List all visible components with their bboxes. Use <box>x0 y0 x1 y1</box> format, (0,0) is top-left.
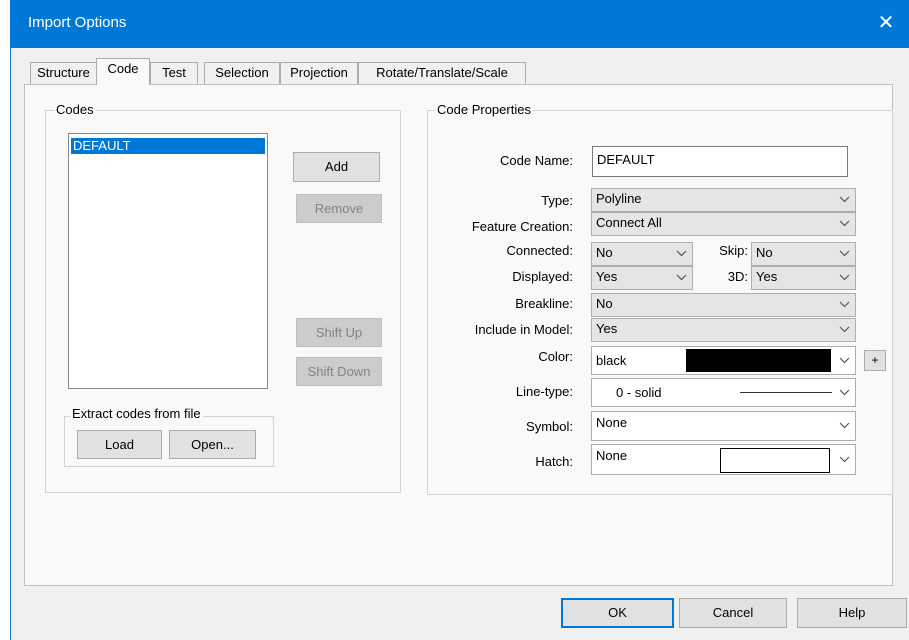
chevron-down-icon <box>838 213 852 235</box>
type-value: Polyline <box>596 191 642 206</box>
symbol-dropdown[interactable]: None <box>591 411 856 441</box>
connected-label: Connected: <box>506 243 574 258</box>
feature-creation-value: Connect All <box>596 215 662 230</box>
shift-down-button[interactable]: Shift Down <box>296 357 382 386</box>
type-label: Type: <box>541 193 573 208</box>
ok-button[interactable]: OK <box>561 598 674 628</box>
skip-label: Skip: <box>719 243 748 258</box>
tab-code[interactable]: Code <box>96 58 150 85</box>
color-label: Color: <box>538 349 573 364</box>
breakline-value: No <box>596 296 613 311</box>
include-in-model-value: Yes <box>596 321 618 336</box>
add-color-button[interactable]: + <box>864 350 886 371</box>
tab-selection[interactable]: Selection <box>204 62 280 84</box>
chevron-down-icon <box>838 319 852 341</box>
chevron-down-icon <box>838 267 852 289</box>
load-button[interactable]: Load <box>77 430 162 459</box>
line-type-value: 0 - solid <box>616 385 662 400</box>
displayed-label: Displayed: <box>512 269 573 284</box>
connected-dropdown[interactable]: No <box>591 242 693 266</box>
cancel-button[interactable]: Cancel <box>679 598 787 628</box>
feature-creation-dropdown[interactable]: Connect All <box>591 212 856 236</box>
chevron-down-icon <box>838 445 852 474</box>
displayed-value: Yes <box>596 269 618 284</box>
code-name-label: Code Name: <box>500 153 573 168</box>
close-button[interactable]: ✕ <box>869 8 903 38</box>
line-type-label: Line-type: <box>515 384 573 399</box>
displayed-dropdown[interactable]: Yes <box>591 266 693 290</box>
tab-test[interactable]: Test <box>150 62 198 84</box>
dialog-title: Import Options <box>28 14 127 31</box>
line-preview <box>740 392 832 393</box>
chevron-down-icon <box>838 412 852 440</box>
3d-value: Yes <box>756 269 778 284</box>
type-dropdown[interactable]: Polyline <box>591 188 856 212</box>
3d-dropdown[interactable]: Yes <box>751 266 856 290</box>
tab-rotate-translate-scale[interactable]: Rotate/Translate/Scale <box>358 62 526 84</box>
open-button[interactable]: Open... <box>169 430 256 459</box>
title-bar: Import Options ✕ <box>10 0 909 48</box>
close-icon: ✕ <box>877 12 895 34</box>
tab-projection[interactable]: Projection <box>280 62 358 84</box>
symbol-label: Symbol: <box>526 419 573 434</box>
3d-label: 3D: <box>727 269 748 284</box>
list-item[interactable]: DEFAULT <box>71 138 265 154</box>
extract-codes-label: Extract codes from file <box>70 406 203 421</box>
tab-structure[interactable]: Structure <box>30 62 97 84</box>
color-swatch <box>686 349 831 372</box>
codes-group-label: Codes <box>54 102 96 117</box>
skip-dropdown[interactable]: No <box>751 242 856 266</box>
breakline-label: Breakline: <box>515 296 573 311</box>
remove-button[interactable]: Remove <box>296 194 382 223</box>
chevron-down-icon <box>838 243 852 265</box>
shift-up-button[interactable]: Shift Up <box>296 318 382 347</box>
chevron-down-icon <box>675 243 689 265</box>
connected-value: No <box>596 245 613 260</box>
breakline-dropdown[interactable]: No <box>591 293 856 317</box>
skip-value: No <box>756 245 773 260</box>
symbol-value: None <box>596 415 628 430</box>
code-name-value: DEFAULT <box>597 152 655 167</box>
hatch-label: Hatch: <box>535 454 573 469</box>
code-properties-label: Code Properties <box>435 102 533 117</box>
hatch-preview <box>720 448 830 473</box>
codes-listbox[interactable]: DEFAULT <box>68 133 268 389</box>
feature-creation-label: Feature Creation: <box>471 219 573 234</box>
include-in-model-dropdown[interactable]: Yes <box>591 318 856 342</box>
line-type-dropdown[interactable]: 0 - solid <box>591 378 856 407</box>
hatch-dropdown[interactable]: None <box>591 444 856 475</box>
code-name-input[interactable]: DEFAULT <box>592 146 848 177</box>
color-dropdown[interactable]: black <box>591 346 856 375</box>
add-button[interactable]: Add <box>293 152 380 182</box>
chevron-down-icon <box>838 294 852 316</box>
help-button[interactable]: Help <box>797 598 907 628</box>
chevron-down-icon <box>838 189 852 211</box>
color-value: black <box>596 353 627 368</box>
chevron-down-icon <box>675 267 689 289</box>
hatch-value: None <box>596 448 628 463</box>
chevron-down-icon <box>838 379 852 406</box>
chevron-down-icon <box>838 347 852 374</box>
include-in-model-label: Include in Model: <box>474 322 573 337</box>
